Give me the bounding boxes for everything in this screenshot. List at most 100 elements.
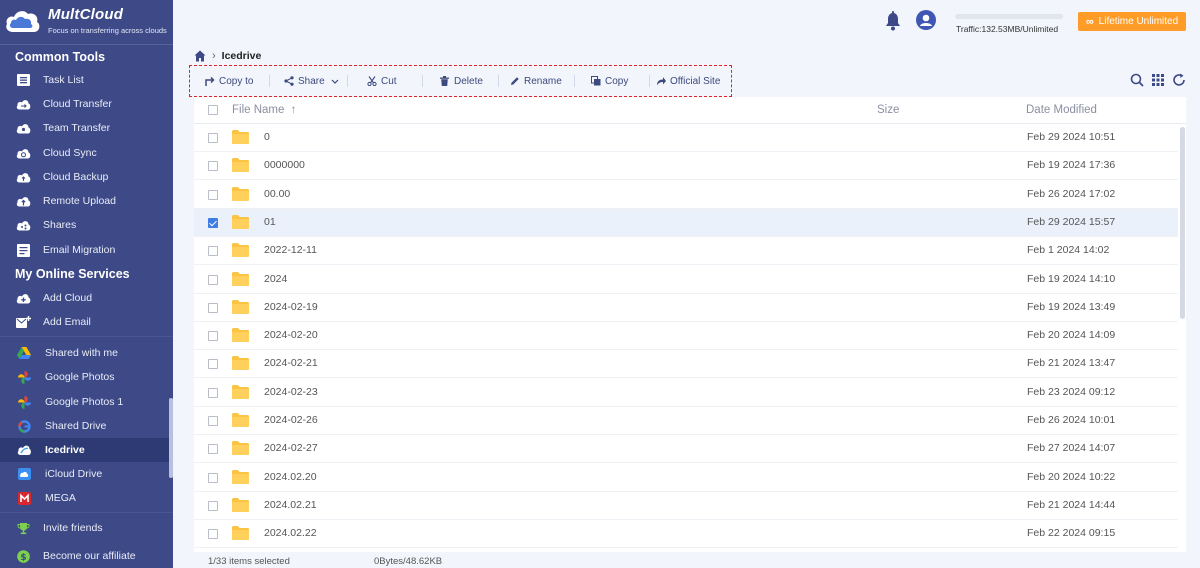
file-name[interactable]: 2024 bbox=[264, 273, 287, 285]
user-avatar[interactable] bbox=[916, 10, 936, 30]
file-name[interactable]: 00.00 bbox=[264, 188, 290, 200]
sidebar-item-invite-friends[interactable]: Invite friends bbox=[0, 516, 173, 540]
table-row[interactable]: 0000000 Feb 19 2024 17:36 bbox=[194, 152, 1178, 181]
file-name[interactable]: 01 bbox=[264, 216, 276, 228]
share-button[interactable]: Share bbox=[283, 73, 339, 89]
row-checkbox[interactable] bbox=[208, 500, 218, 511]
chevron-right-icon: › bbox=[212, 50, 216, 62]
toolbar-divider bbox=[269, 75, 270, 87]
row-checkbox[interactable] bbox=[208, 161, 218, 172]
official-site-button[interactable]: Official Site bbox=[655, 73, 720, 89]
row-checkbox[interactable] bbox=[208, 444, 218, 455]
copy-button[interactable]: Copy bbox=[590, 73, 628, 89]
multcloud-logo-icon bbox=[6, 11, 40, 32]
file-name[interactable]: 0000000 bbox=[264, 159, 305, 171]
copy-to-button[interactable]: Copy to bbox=[204, 73, 253, 89]
row-checkbox[interactable] bbox=[208, 302, 218, 313]
row-checkbox[interactable] bbox=[208, 387, 218, 398]
sidebar-item-google-photos-1[interactable]: Google Photos 1 bbox=[0, 390, 173, 414]
infinity-icon: ∞ bbox=[1085, 15, 1094, 28]
sidebar-item-mega[interactable]: MEGA bbox=[0, 486, 173, 510]
logo[interactable]: MultCloud Focus on transferring across c… bbox=[0, 0, 173, 44]
sidebar-item-cloud-sync[interactable]: Cloud Sync bbox=[0, 141, 173, 165]
rename-button[interactable]: Rename bbox=[509, 73, 562, 89]
sidebar-item-remote-upload[interactable]: Remote Upload bbox=[0, 189, 173, 213]
file-name[interactable]: 2024.02.20 bbox=[264, 471, 317, 483]
table-row[interactable]: 2024-02-27 Feb 27 2024 14:07 bbox=[194, 435, 1178, 464]
sidebar-item-cloud-transfer[interactable]: Cloud Transfer bbox=[0, 92, 173, 116]
sidebar-item-add-cloud[interactable]: Add Cloud bbox=[0, 286, 173, 310]
sidebar-item-task-list[interactable]: Task List bbox=[0, 68, 173, 92]
table-row[interactable]: 2022-12-11 Feb 1 2024 14:02 bbox=[194, 237, 1178, 266]
file-date: Feb 19 2024 13:49 bbox=[1027, 300, 1116, 313]
table-row[interactable]: 2024 Feb 19 2024 14:10 bbox=[194, 266, 1178, 294]
table-row[interactable]: 00.00 Feb 26 2024 17:02 bbox=[194, 181, 1178, 209]
row-checkbox[interactable] bbox=[208, 217, 218, 228]
row-checkbox[interactable] bbox=[208, 472, 218, 483]
scissors-icon bbox=[366, 76, 377, 87]
row-checkbox[interactable] bbox=[208, 133, 218, 143]
toolbar-divider bbox=[422, 75, 423, 87]
column-size[interactable]: Size bbox=[877, 104, 899, 116]
home-icon[interactable] bbox=[194, 50, 206, 62]
sidebar-scrollbar[interactable] bbox=[169, 398, 173, 478]
file-name[interactable]: 2024-02-19 bbox=[264, 301, 318, 313]
file-name[interactable]: 0 bbox=[264, 131, 270, 143]
table-row[interactable]: 2024-02-20 Feb 20 2024 14:09 bbox=[194, 322, 1178, 351]
table-row[interactable]: 2024-02-26 Feb 26 2024 10:01 bbox=[194, 407, 1178, 435]
file-list-scrollbar[interactable] bbox=[1180, 127, 1185, 319]
row-checkbox[interactable] bbox=[208, 246, 218, 257]
table-row[interactable]: 2024-02-23 Feb 23 2024 09:12 bbox=[194, 379, 1178, 407]
lifetime-unlimited-button[interactable]: ∞ Lifetime Unlimited bbox=[1078, 12, 1186, 31]
sidebar-item-email-migration[interactable]: Email Migration bbox=[0, 238, 173, 262]
file-date: Feb 21 2024 14:44 bbox=[1027, 498, 1116, 511]
file-name[interactable]: 2024-02-21 bbox=[264, 357, 318, 369]
search-icon[interactable] bbox=[1130, 73, 1144, 87]
table-row[interactable]: 2024-02-19 Feb 19 2024 13:49 bbox=[194, 294, 1178, 322]
sidebar-item-shares[interactable]: Shares bbox=[0, 213, 173, 237]
table-row[interactable]: 2024.02.22 Feb 22 2024 09:15 bbox=[194, 520, 1178, 549]
file-date: Feb 22 2024 09:15 bbox=[1027, 527, 1116, 540]
sidebar-item-add-email[interactable]: Add Email bbox=[0, 310, 173, 334]
sidebar-item-affiliate[interactable]: $ Become our affiliate bbox=[0, 544, 173, 568]
lifetime-label: Lifetime Unlimited bbox=[1098, 16, 1179, 27]
notification-bell-icon[interactable] bbox=[884, 11, 902, 31]
table-row[interactable]: 2024-02-21 Feb 21 2024 13:47 bbox=[194, 350, 1178, 379]
select-all-checkbox[interactable] bbox=[208, 105, 218, 115]
delete-button[interactable]: Delete bbox=[439, 73, 483, 89]
breadcrumb-current[interactable]: Icedrive bbox=[222, 50, 262, 62]
table-row[interactable]: 0 Feb 29 2024 10:51 bbox=[194, 124, 1178, 152]
grid-view-icon[interactable] bbox=[1151, 73, 1165, 87]
row-checkbox[interactable] bbox=[208, 189, 218, 200]
sidebar-item-shared-drive[interactable]: Shared Drive bbox=[0, 414, 173, 438]
sidebar-item-cloud-backup[interactable]: Cloud Backup bbox=[0, 165, 173, 189]
cloud-transfer-icon bbox=[15, 96, 31, 112]
sidebar-item-shared-with-me[interactable]: Shared with me bbox=[0, 341, 173, 365]
file-name[interactable]: 2024.02.21 bbox=[264, 499, 317, 511]
file-name[interactable]: 2024-02-23 bbox=[264, 386, 318, 398]
column-file-name[interactable]: File Name ↑ bbox=[232, 104, 296, 116]
sidebar-item-icloud-drive[interactable]: iCloud Drive bbox=[0, 462, 173, 486]
file-name[interactable]: 2024-02-26 bbox=[264, 414, 318, 426]
file-name[interactable]: 2024.02.22 bbox=[264, 527, 317, 539]
file-name[interactable]: 2022-12-11 bbox=[264, 244, 317, 256]
file-name[interactable]: 2024-02-20 bbox=[264, 329, 318, 341]
sidebar-item-team-transfer[interactable]: Team Transfer bbox=[0, 116, 173, 140]
table-row[interactable]: 2024.02.20 Feb 20 2024 10:22 bbox=[194, 464, 1178, 492]
cut-button[interactable]: Cut bbox=[366, 73, 397, 89]
sidebar-item-google-photos[interactable]: Google Photos bbox=[0, 365, 173, 389]
row-checkbox[interactable] bbox=[208, 331, 218, 342]
table-row[interactable]: 01 Feb 29 2024 15:57 bbox=[194, 208, 1178, 237]
folder-icon bbox=[232, 243, 249, 258]
file-name[interactable]: 2024-02-27 bbox=[264, 442, 318, 454]
refresh-icon[interactable] bbox=[1172, 73, 1186, 87]
cut-label: Cut bbox=[381, 75, 397, 87]
row-checkbox[interactable] bbox=[208, 274, 218, 285]
row-checkbox[interactable] bbox=[208, 416, 218, 426]
column-date-modified[interactable]: Date Modified bbox=[1026, 104, 1097, 116]
table-row[interactable]: 2024.02.21 Feb 21 2024 14:44 bbox=[194, 492, 1178, 520]
row-checkbox[interactable] bbox=[208, 359, 218, 370]
row-checkbox[interactable] bbox=[208, 529, 218, 540]
sidebar-item-icedrive[interactable]: Icedrive bbox=[0, 438, 173, 462]
mega-icon bbox=[16, 490, 32, 506]
